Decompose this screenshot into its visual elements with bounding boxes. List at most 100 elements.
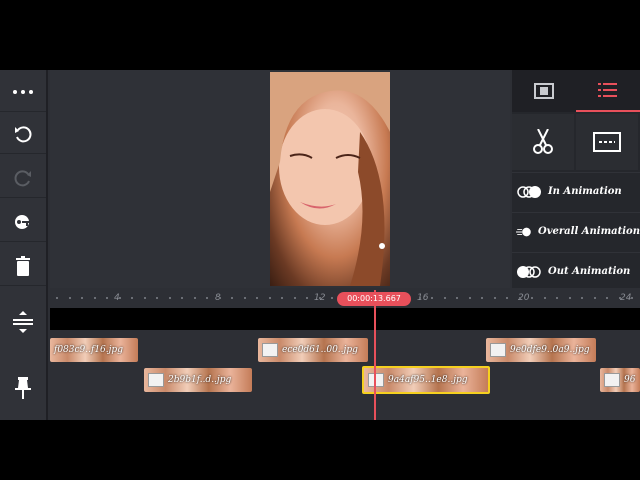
trash-icon [16,255,30,276]
ruler-dot [606,297,608,299]
ruler-dot [593,297,596,299]
ruler-dot [268,297,271,299]
ruler-label: 24 [620,293,632,303]
caption-icon [593,132,621,152]
clip[interactable]: 2b9b1f..d..jpg [144,368,252,392]
split-button[interactable] [512,114,574,170]
ruler-dot [631,297,633,299]
ruler-dot [518,297,521,299]
ruler-dot [281,297,283,299]
pin-icon [15,377,31,399]
ruler-dot [231,297,233,299]
preview-area [50,70,552,288]
video-editor: In Animation Overall Animation Out Anima… [0,70,640,420]
timeline-controls [0,290,48,420]
image-icon [490,343,506,357]
ruler-dot [468,297,471,299]
ruler-dot [493,297,496,299]
empty-track [50,308,640,330]
ruler-dot [618,297,621,299]
ruler-dot [456,297,458,299]
clip-name: 2b9b1f..d..jpg [168,375,232,385]
clip-name: 9a4af95..1e8..jpg [388,375,468,385]
ruler-dot [81,297,83,299]
out-animation-label: Out Animation [548,266,631,277]
image-icon [148,373,164,387]
ruler-dot [131,297,133,299]
keyframe-icon [15,214,29,229]
ruler-dot [293,297,296,299]
ruler-dot [93,297,96,299]
ruler-dot [306,297,308,299]
ruler-dot [156,297,158,299]
clip[interactable]: 9e0dfe9..0a9..jpg [486,338,596,362]
ruler-dot [581,297,583,299]
tool-row [512,114,640,170]
ruler-dot [318,297,321,299]
ruler-dot [543,297,546,299]
ruler-dot [106,297,108,299]
ruler-dot [256,297,258,299]
ruler-dot [168,297,171,299]
clip[interactable]: ece0d61..00..jpg [258,338,368,362]
right-panel: In Animation Overall Animation Out Anima… [512,70,640,288]
image-icon [262,343,278,357]
in-animation-item[interactable]: In Animation [512,172,640,210]
ruler-dot [143,297,146,299]
image-icon [604,373,620,387]
ruler-dot [218,297,221,299]
playhead[interactable] [374,290,376,420]
overall-animation-label: Overall Animation [538,226,640,237]
undo-button[interactable] [0,114,46,154]
panel-tabs [512,70,640,112]
layer-list-icon [598,83,617,97]
ruler-dot [206,297,208,299]
current-time: 00:00:13.667 [337,292,411,306]
clip-name: f083c9..f16.jpg [54,345,123,355]
ruler-dot [56,297,58,299]
ruler-dot [531,297,533,299]
overall-animation-item[interactable]: Overall Animation [512,212,640,250]
media-icon [534,83,554,99]
expand-tracks-button[interactable] [0,290,46,354]
ruler-dot [243,297,246,299]
ruler-dot [418,297,421,299]
delete-button[interactable] [0,246,46,286]
clip[interactable]: f083c9..f16.jpg [50,338,138,362]
expand-tracks-icon [13,311,33,333]
redo-button[interactable] [0,158,46,198]
ruler-dot [556,297,558,299]
in-animation-icon [517,185,541,198]
ruler-dot [118,297,121,299]
ruler-dot [68,297,71,299]
out-animation-icon [517,265,541,278]
caption-button[interactable] [576,114,638,170]
preview-image[interactable] [270,72,390,286]
more-icon [13,89,33,94]
keyframe-button[interactable] [0,202,46,242]
redo-icon [14,169,31,186]
scissors-icon [533,129,553,154]
ruler-dot [443,297,446,299]
ruler-dot [181,297,183,299]
in-animation-label: In Animation [548,186,622,197]
image-icon [368,373,384,387]
ruler-dot [568,297,571,299]
ruler-dot [193,297,196,299]
tab-media[interactable] [512,70,576,112]
clip[interactable]: 96 [600,368,640,392]
ruler-dot [431,297,433,299]
selected-clip[interactable]: 9a4af95..1e8..jpg [362,366,490,394]
clip-name: 9e0dfe9..0a9..jpg [510,345,590,355]
ruler-dot [481,297,483,299]
out-animation-item[interactable]: Out Animation [512,252,640,290]
overall-animation-icon [516,227,531,236]
timeline[interactable]: 4 8 12 16 20 24 f083c9..f16.jpg ece0d61.… [50,290,640,420]
undo-icon [15,125,32,142]
clip-name: 96 [624,375,636,385]
more-button[interactable] [0,72,46,112]
pin-button[interactable] [0,356,46,420]
ruler-dot [506,297,508,299]
ruler-dot [331,297,333,299]
tab-layer-list[interactable] [576,70,640,112]
